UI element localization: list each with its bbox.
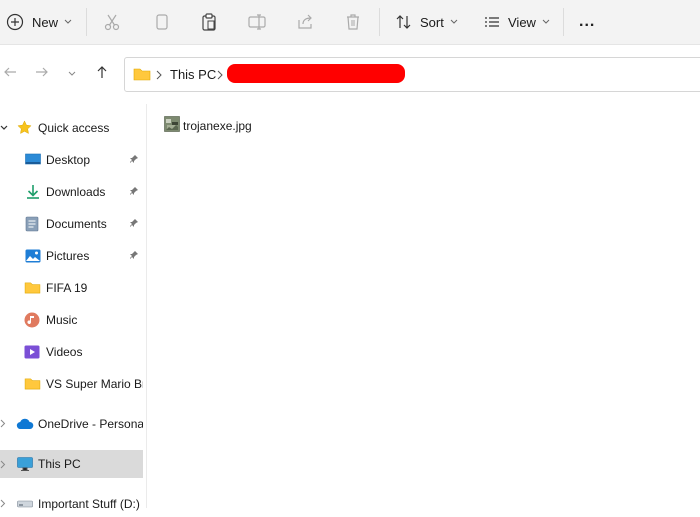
command-bar: New Sort View ...: [0, 0, 700, 45]
image-file-icon: [164, 116, 180, 135]
share-icon: [295, 12, 315, 32]
arrow-left-icon: [3, 65, 17, 82]
file-list: trojanexe.jpg: [146, 104, 700, 508]
forward-button[interactable]: [32, 62, 52, 84]
sidebar-item-label: This PC: [38, 457, 81, 471]
music-icon: [24, 312, 40, 328]
sidebar-item-quick-access[interactable]: Quick access: [0, 114, 143, 141]
toolbar-divider: [86, 8, 87, 36]
sidebar-item-onedrive[interactable]: OneDrive - Personal: [0, 410, 143, 437]
sidebar-item-desktop[interactable]: Desktop: [0, 146, 143, 173]
scissors-icon: [102, 12, 122, 32]
sidebar-item-vs-super-mario-bros[interactable]: VS Super Mario Bros: [0, 370, 143, 397]
plus-circle-icon: [6, 13, 24, 31]
chevron-right-icon: [0, 460, 6, 469]
recent-locations-button[interactable]: [62, 62, 82, 84]
desktop-icon: [25, 153, 41, 167]
delete-button[interactable]: [343, 0, 363, 44]
drive-icon: [17, 499, 33, 509]
sidebar-item-pictures[interactable]: Pictures: [0, 242, 143, 269]
clipboard-icon: [199, 12, 219, 32]
more-icon: ...: [579, 13, 596, 30]
videos-icon: [24, 345, 40, 359]
arrow-right-icon: [35, 65, 49, 82]
paste-button[interactable]: [199, 0, 219, 44]
breadcrumb-this-pc[interactable]: This PC: [170, 58, 216, 91]
sidebar-item-label: Downloads: [46, 184, 106, 199]
navigation-pane: Quick access Desktop Downloads Documents: [0, 104, 147, 511]
trash-icon: [343, 12, 363, 32]
view-label: View: [508, 14, 536, 30]
list-item[interactable]: trojanexe.jpg: [164, 116, 252, 135]
sidebar-item-label: FIFA 19: [46, 280, 88, 295]
new-button[interactable]: New: [6, 0, 72, 44]
rename-button[interactable]: [247, 0, 267, 44]
chevron-down-icon: [542, 19, 550, 25]
pin-icon: [129, 153, 139, 167]
sidebar-item-videos[interactable]: Videos: [0, 338, 143, 365]
folder-icon: [24, 377, 41, 390]
computer-icon: [17, 456, 33, 472]
pin-icon: [129, 249, 139, 263]
file-name: trojanexe.jpg: [183, 118, 252, 133]
copy-icon: [152, 12, 172, 32]
toolbar-divider: [563, 8, 564, 36]
breadcrumb-chevron-icon: [156, 69, 162, 83]
share-button[interactable]: [295, 0, 315, 44]
address-bar[interactable]: This PC: [124, 57, 700, 92]
sort-button[interactable]: Sort: [395, 0, 458, 44]
document-icon: [25, 216, 39, 232]
sidebar-item-fifa-19[interactable]: FIFA 19: [0, 274, 143, 301]
toolbar-divider: [379, 8, 380, 36]
chevron-down-icon: [450, 19, 458, 25]
list-view-icon: [483, 13, 501, 31]
sort-icon: [395, 13, 413, 31]
sidebar-item-label: Pictures: [46, 248, 90, 263]
chevron-expanded-icon: [0, 124, 8, 132]
sidebar-item-important-stuff-drive[interactable]: Important Stuff (D:): [0, 490, 143, 517]
redacted-path-segment: [227, 64, 405, 83]
pictures-icon: [25, 249, 41, 263]
new-label: New: [32, 14, 59, 30]
more-options-button[interactable]: ...: [579, 0, 595, 44]
rename-icon: [247, 12, 267, 32]
chevron-down-icon: [64, 19, 72, 25]
up-button[interactable]: [92, 62, 112, 84]
breadcrumb-chevron-icon: [217, 69, 223, 83]
cut-button[interactable]: [102, 0, 122, 44]
pin-icon: [129, 185, 139, 199]
sidebar-item-label: Videos: [46, 344, 83, 359]
copy-button[interactable]: [152, 0, 172, 44]
arrow-up-icon: [95, 65, 109, 82]
download-arrow-icon: [25, 184, 41, 200]
folder-icon: [133, 67, 151, 84]
sidebar-item-label: Important Stuff (D:): [38, 496, 140, 511]
chevron-right-icon: [0, 499, 6, 508]
sidebar-item-label: Documents: [46, 216, 107, 231]
sidebar-item-downloads[interactable]: Downloads: [0, 178, 143, 205]
back-button[interactable]: [0, 62, 20, 84]
folder-icon: [24, 281, 41, 294]
chevron-right-icon: [0, 419, 6, 428]
sidebar-item-label: Desktop: [46, 152, 91, 167]
sidebar-item-label: Music: [46, 312, 78, 327]
sidebar-item-label: VS Super Mario Bros: [46, 376, 143, 391]
sidebar-item-documents[interactable]: Documents: [0, 210, 143, 237]
sidebar-item-label: Quick access: [38, 120, 110, 135]
view-button[interactable]: View: [483, 0, 550, 44]
sidebar-item-music[interactable]: Music: [0, 306, 143, 333]
star-icon: [17, 120, 32, 135]
sort-label: Sort: [420, 14, 444, 30]
pin-icon: [129, 217, 139, 231]
sidebar-item-this-pc[interactable]: This PC: [0, 450, 143, 478]
chevron-down-icon: [68, 66, 76, 80]
sidebar-item-label: OneDrive - Personal: [38, 416, 143, 431]
cloud-icon: [16, 418, 34, 430]
